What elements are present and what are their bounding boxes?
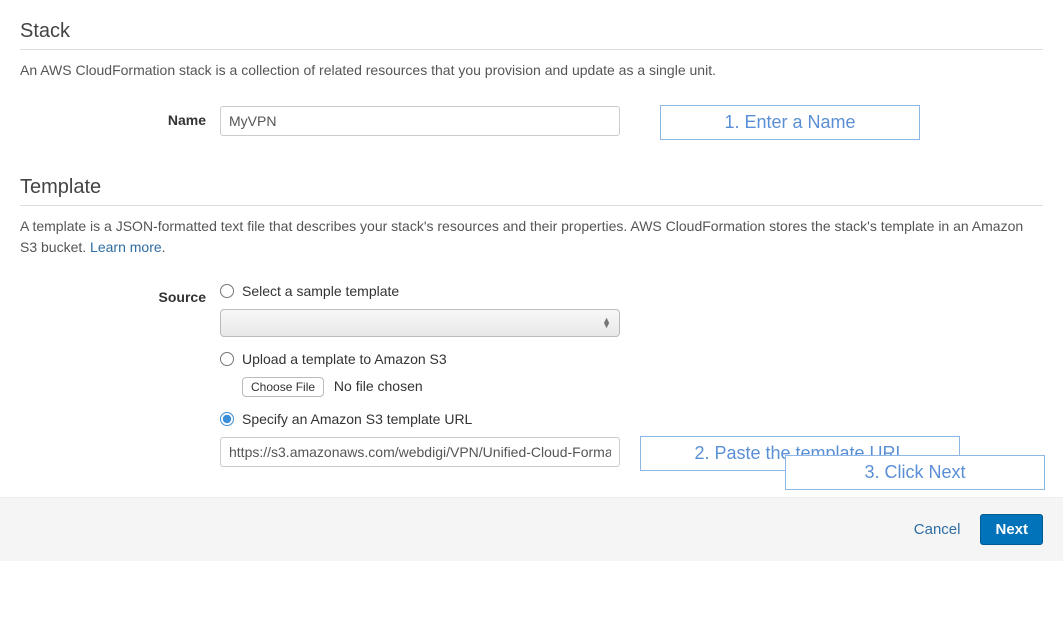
next-button[interactable]: Next [980,514,1043,545]
sample-dropdown-wrap: ▲▼ [220,309,640,337]
stack-title: Stack [20,20,1043,50]
choose-file-button[interactable]: Choose File [242,377,324,397]
stack-section: Stack An AWS CloudFormation stack is a c… [20,20,1043,136]
radio-upload-row: Upload a template to Amazon S3 [220,351,640,367]
radio-sample-label: Select a sample template [242,283,399,299]
name-row: Name 1. Enter a Name [20,106,1043,136]
template-desc-text: A template is a JSON-formatted text file… [20,218,1023,255]
radio-specify-label: Specify an Amazon S3 template URL [242,411,472,427]
stack-desc: An AWS CloudFormation stack is a collect… [20,60,1043,81]
cancel-button[interactable]: Cancel [914,521,961,538]
template-title: Template [20,176,1043,206]
sample-dropdown[interactable]: ▲▼ [220,309,620,337]
template-section: Template A template is a JSON-formatted … [20,176,1043,467]
source-label: Source [20,283,220,305]
radio-upload[interactable] [220,352,234,366]
annotation-enter-name: 1. Enter a Name [660,105,920,140]
learn-more-link[interactable]: Learn more [90,239,162,255]
file-status-text: No file chosen [334,378,423,394]
radio-upload-label: Upload a template to Amazon S3 [242,351,447,367]
radio-specify-row: Specify an Amazon S3 template URL [220,411,640,427]
radio-sample[interactable] [220,284,234,298]
footer-bar: 3. Click Next Cancel Next [0,497,1063,561]
template-desc: A template is a JSON-formatted text file… [20,216,1043,258]
chevron-up-down-icon: ▲▼ [602,318,611,329]
name-label: Name [20,106,220,128]
radio-sample-row: Select a sample template [220,283,640,299]
upload-controls: Choose File No file chosen [242,377,640,397]
radio-specify[interactable] [220,412,234,426]
annotation-click-next: 3. Click Next [785,455,1045,490]
name-input[interactable] [220,106,620,136]
source-row: Source Select a sample template ▲▼ Uploa… [20,283,1043,467]
template-url-input[interactable] [220,437,620,467]
